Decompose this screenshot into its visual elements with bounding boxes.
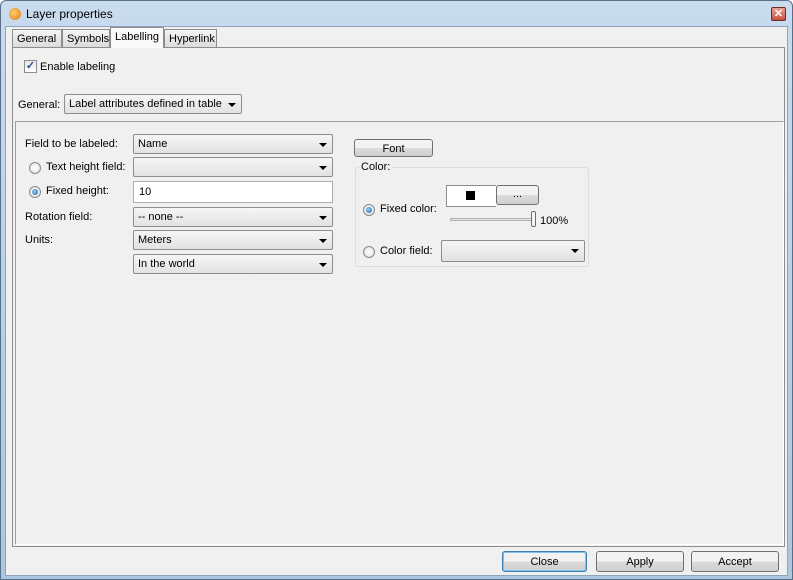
fixed-height-radio[interactable] — [29, 186, 41, 198]
color-group-label: Color: — [359, 161, 393, 173]
tab-label: Symbols — [67, 33, 110, 45]
field-label: Field to be labeled: — [25, 138, 118, 150]
fixed-color-radio[interactable] — [363, 204, 375, 216]
dialog-content: General Symbols Labelling Hyperlink ✓ En… — [5, 26, 788, 576]
general-value: Label attributes defined in table — [69, 98, 222, 110]
dialog-window: Layer properties ✕ General Symbols Label… — [0, 0, 793, 580]
enable-labeling-label: Enable labeling — [40, 61, 116, 73]
color-picker-button[interactable]: ... — [496, 185, 539, 205]
opacity-slider-handle[interactable] — [531, 211, 536, 227]
accept-button[interactable]: Accept — [691, 551, 779, 572]
chevron-down-icon — [319, 216, 327, 220]
title-bar: Layer properties — [9, 6, 113, 22]
text-height-field-radio[interactable] — [29, 162, 41, 174]
font-button-label: Font — [382, 143, 405, 155]
chevron-down-icon — [228, 103, 236, 107]
units-reference-value: In the world — [138, 258, 195, 270]
tab-symbols[interactable]: Symbols — [62, 29, 110, 47]
units-label: Units: — [25, 234, 54, 246]
chevron-down-icon — [319, 143, 327, 147]
window-title: Layer properties — [26, 7, 113, 21]
tab-label: General — [17, 33, 57, 45]
apply-button-label: Apply — [626, 556, 654, 568]
app-icon — [9, 8, 21, 20]
fixed-height-value: 10 — [139, 186, 152, 198]
fixed-height-input[interactable]: 10 — [133, 181, 333, 203]
tab-label: Hyperlink — [169, 33, 215, 45]
labelling-panel: ✓ Enable labeling General: Label attribu… — [12, 47, 785, 547]
text-height-dropdown[interactable] — [133, 157, 333, 177]
field-dropdown[interactable]: Name — [133, 134, 333, 154]
color-field-label: Color field: — [380, 245, 433, 257]
chevron-down-icon — [319, 239, 327, 243]
tab-general[interactable]: General — [12, 29, 62, 47]
general-dropdown[interactable]: Label attributes defined in table — [64, 94, 242, 114]
font-button[interactable]: Font — [354, 139, 433, 157]
general-label: General: — [18, 99, 61, 111]
close-icon[interactable]: ✕ — [771, 7, 786, 21]
rotation-dropdown[interactable]: -- none -- — [133, 207, 333, 227]
field-value: Name — [138, 138, 168, 150]
color-picker-label: ... — [512, 188, 523, 200]
enable-labeling-checkbox[interactable]: ✓ — [24, 60, 37, 73]
fixed-height-label: Fixed height: — [46, 185, 109, 197]
units-value: Meters — [138, 234, 172, 246]
color-field-radio[interactable] — [363, 246, 375, 258]
color-swatch-fill — [466, 191, 475, 200]
tab-hyperlink[interactable]: Hyperlink — [164, 29, 217, 47]
color-field-dropdown[interactable] — [441, 240, 585, 262]
units-dropdown[interactable]: Meters — [133, 230, 333, 250]
opacity-value: 100% — [540, 215, 569, 227]
chevron-down-icon — [319, 263, 327, 267]
fixed-color-label: Fixed color: — [380, 203, 437, 215]
close-button[interactable]: Close — [502, 551, 587, 572]
close-button-label: Close — [530, 556, 559, 568]
units-reference-dropdown[interactable]: In the world — [133, 254, 333, 274]
text-height-label: Text height field: — [46, 161, 126, 173]
chevron-down-icon — [319, 166, 327, 170]
rotation-label: Rotation field: — [25, 211, 93, 223]
opacity-slider-track[interactable] — [450, 218, 534, 221]
apply-button[interactable]: Apply — [596, 551, 684, 572]
label-settings-area: Field to be labeled: Name Text height fi… — [15, 121, 784, 545]
color-swatch[interactable] — [446, 185, 496, 207]
rotation-value: -- none -- — [138, 211, 184, 223]
chevron-down-icon — [571, 249, 579, 253]
accept-button-label: Accept — [718, 556, 752, 568]
tab-label: Labelling — [115, 31, 160, 43]
tab-labelling[interactable]: Labelling — [110, 27, 164, 48]
